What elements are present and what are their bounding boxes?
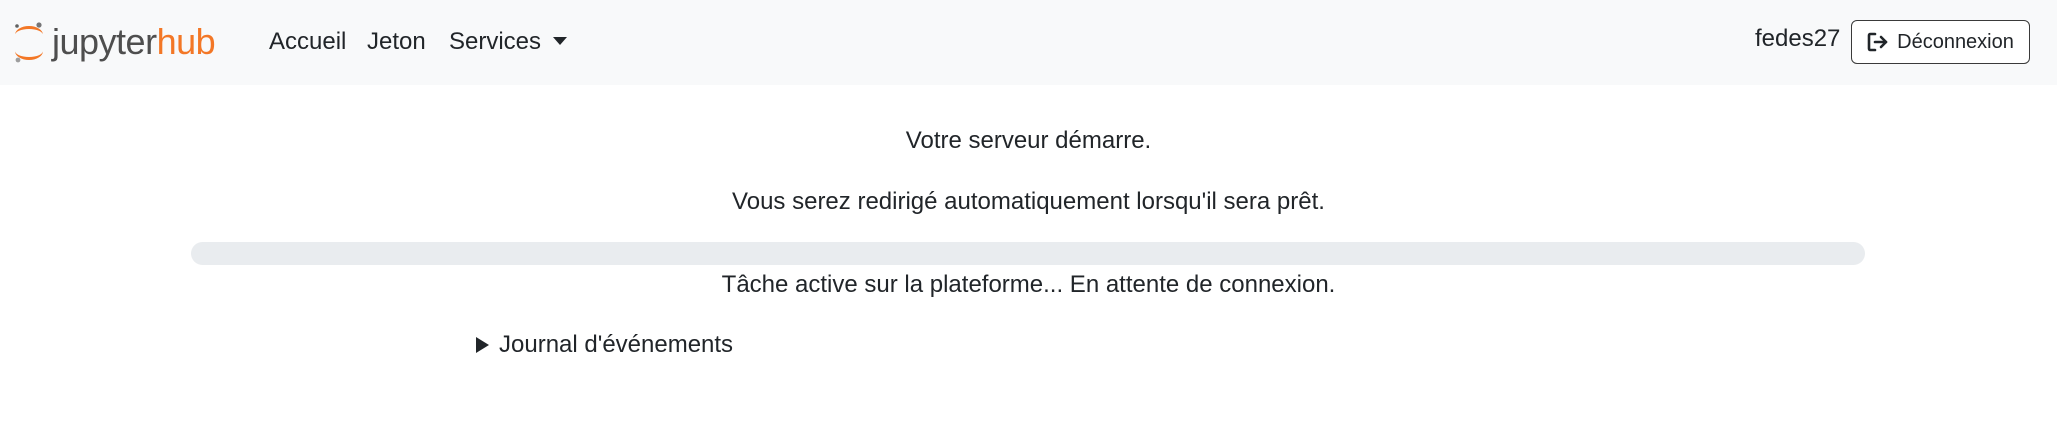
jupyter-logo-icon — [15, 22, 43, 63]
username: fedes27 — [1755, 25, 1841, 52]
logout-button[interactable]: Déconnexion — [1851, 20, 2030, 64]
nav-link-accueil[interactable]: Accueil — [269, 27, 346, 57]
event-log-toggle[interactable]: Journal d'événements — [476, 330, 733, 360]
navbar: jupyterhub Accueil Jeton Services fedes2… — [0, 0, 2057, 85]
nav-link-services-dropdown[interactable]: Services — [449, 27, 568, 57]
progress-message: Tâche active sur la plateforme... En att… — [721, 271, 1336, 298]
logout-label: Déconnexion — [1897, 30, 2014, 53]
redirect-message: Vous serez redirigé automatiquement lors… — [732, 188, 1325, 215]
nav-link-services-label: Services — [449, 28, 542, 55]
brand-name: jupyterhub — [52, 21, 216, 62]
sign-out-icon — [1867, 32, 1889, 52]
nav-link-jeton[interactable]: Jeton — [367, 27, 426, 57]
chevron-down-icon — [553, 37, 568, 45]
brand-logo-link[interactable]: jupyterhub — [12, 16, 216, 68]
progress-track — [191, 242, 1865, 265]
brand-name-jupyter: jupyter — [52, 21, 157, 62]
event-log-label: Journal d'événements — [499, 331, 734, 358]
triangle-right-icon — [476, 337, 489, 353]
server-starting-message: Votre serveur démarre. — [905, 127, 1152, 154]
brand-name-hub: hub — [156, 21, 216, 62]
